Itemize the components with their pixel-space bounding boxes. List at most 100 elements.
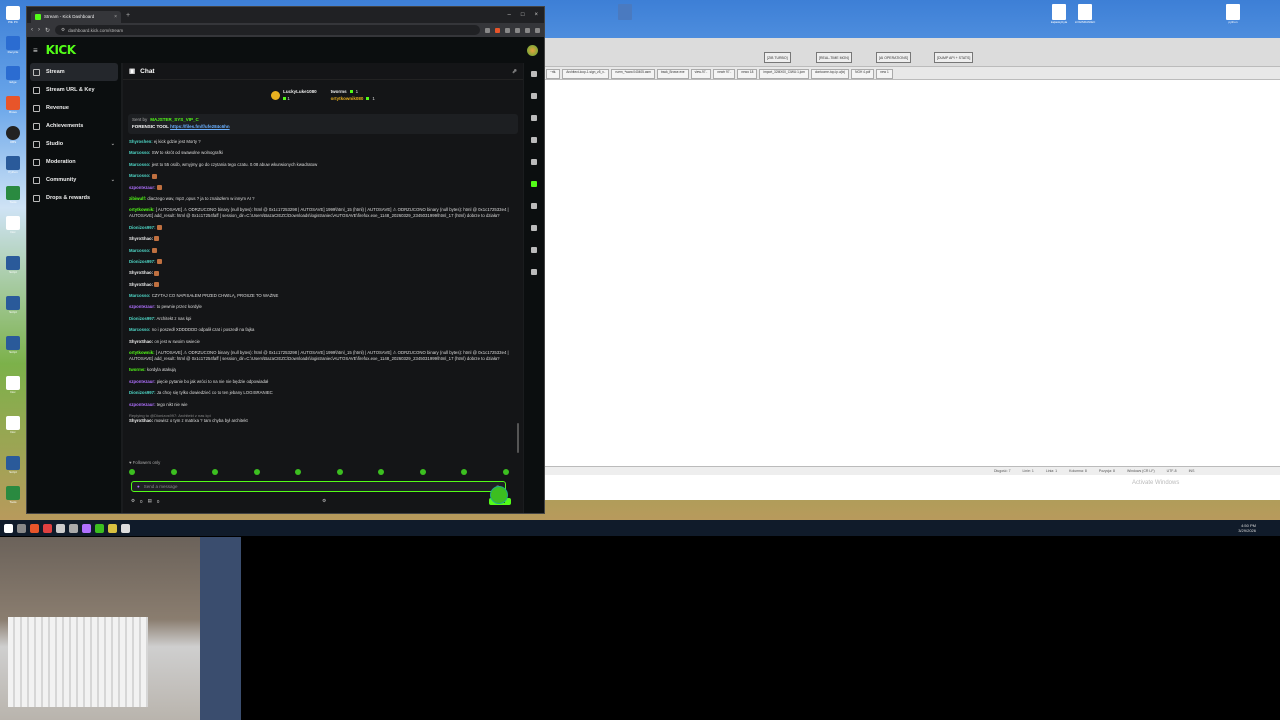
menu-icon[interactable] — [535, 27, 540, 33]
chat-username[interactable]: Dionizos997: — [129, 225, 156, 230]
chat-username[interactable]: szpontezaur: — [129, 402, 156, 407]
desktop-icon-python[interactable] — [612, 4, 638, 30]
wallet-icon[interactable] — [525, 27, 530, 33]
desktop-icon[interactable]: Plik PC — [2, 6, 24, 28]
emote-button[interactable] — [295, 469, 302, 475]
sidebar-item-stream-url-key[interactable]: Stream URL & Key — [27, 81, 121, 99]
editor-tool-button[interactable]: [REAL-TIME MON] — [816, 52, 852, 63]
chat-username[interactable]: ShyroShao: — [129, 339, 153, 344]
settings-small-icon[interactable]: ⚙ — [322, 498, 326, 504]
taskbar-app-icon[interactable] — [108, 523, 117, 533]
chat-message[interactable]: ShyroShao: on jest w swoim swiecie — [129, 339, 514, 345]
emote-button[interactable] — [461, 469, 468, 475]
support-chat-button[interactable] — [490, 486, 508, 504]
close-window-icon[interactable]: × — [534, 12, 538, 18]
chat-username[interactable]: Dionizos997: — [129, 390, 156, 395]
chat-message[interactable]: ShyroShao: — [129, 282, 514, 288]
forward-icon[interactable]: › — [38, 27, 40, 33]
puzzle-icon[interactable] — [531, 269, 537, 275]
chat-username[interactable]: szpontezaur: — [129, 379, 156, 384]
browser-tab[interactable]: Stream - Kick Dashboard × — [31, 10, 121, 23]
editor-tool-button[interactable]: [DUMP API + STATS] — [934, 52, 974, 63]
wrench-icon[interactable] — [531, 247, 537, 253]
close-tab-icon[interactable]: × — [114, 14, 117, 20]
chat-toggle-icon[interactable] — [531, 181, 537, 187]
pinned-sender[interactable]: MAJSTER_SYS_VIP_C — [150, 117, 199, 122]
pinned-link[interactable]: https://files.fm/f/ufe284c6hn — [170, 124, 230, 129]
desktop-icon[interactable]: OBS — [2, 126, 24, 148]
new-tab-button[interactable]: + — [126, 12, 130, 19]
chat-message[interactable]: Marcosso: — [129, 248, 514, 254]
chat-username[interactable]: Marcosso: — [129, 173, 151, 178]
sidebar-icon[interactable] — [515, 27, 520, 33]
emote-button[interactable] — [129, 469, 135, 475]
site-info-icon[interactable]: ⚙ — [61, 27, 65, 33]
chat-message[interactable]: szpontezaur: pięcie pytanie bo jak wróci… — [129, 379, 514, 385]
chat-username[interactable]: tworms: — [129, 367, 146, 372]
chat-scrollbar[interactable] — [517, 423, 519, 453]
chat-username[interactable]: ShyroShao: — [129, 282, 153, 287]
emote-button[interactable] — [212, 469, 219, 475]
chat-message[interactable]: ortytkownik: [ AUTOSAVE] ⚠ ODRZUCONO bin… — [129, 350, 514, 362]
chat-username[interactable]: zibiwulf: — [129, 196, 146, 201]
chat-message[interactable]: Dionizos997: — [129, 259, 514, 265]
layers-icon[interactable] — [531, 225, 537, 231]
chat-message[interactable]: Marcosso: SW to skrót od swawolne wolnog… — [129, 150, 514, 156]
chat-username[interactable]: Marcosso: — [129, 293, 151, 298]
desktop-icon[interactable]: Tools — [2, 486, 24, 508]
sidebar-item-studio[interactable]: Studio ⌄ — [27, 135, 121, 153]
taskbar-clock[interactable]: 4:50 PM 3/29/2026 — [1238, 523, 1256, 533]
chat-message[interactable]: Dionizos997: Architekt z nas kpi — [129, 316, 514, 322]
chat-username[interactable]: szpontezaur: — [129, 185, 156, 190]
emote-button[interactable] — [170, 469, 177, 475]
chat-username[interactable]: Marcosso: — [129, 150, 151, 155]
back-icon[interactable]: ‹ — [31, 27, 33, 33]
chat-message[interactable]: Marcosso: jest to 55 osób, wmyjmy go do … — [129, 162, 514, 168]
url-input[interactable]: ⚙ dashboard.kick.com/stream — [55, 25, 480, 35]
editor-tool-button[interactable]: [ZIB TURBO] — [764, 52, 791, 63]
chat-username[interactable]: ShyroShao: — [129, 418, 153, 423]
editor-tab[interactable]: track_Browe.exe — [656, 69, 689, 79]
chat-username[interactable]: Marcosso: — [129, 162, 151, 167]
desktop-icon[interactable]: Python — [2, 156, 24, 178]
desktop-icon[interactable]: Script — [2, 296, 24, 318]
desktop-icon[interactable]: Doc — [2, 216, 24, 238]
chat-message[interactable]: szpontezaur: tego nikt nie wie — [129, 402, 514, 408]
close-icon[interactable] — [531, 115, 537, 121]
link-icon[interactable] — [531, 203, 537, 209]
editor-tab[interactable]: dontcome-top-ip.u(tx) — [810, 69, 850, 79]
chat-message[interactable]: zibiwulf: diaczego wav, mp3 ,opus ? ja t… — [129, 196, 514, 202]
editor-tab[interactable]: newtr 97.. — [713, 69, 736, 79]
copy-icon[interactable] — [531, 159, 537, 165]
desktop-icon[interactable]: Tools — [2, 186, 24, 208]
editor-tab[interactable]: ~rtk. — [546, 69, 561, 79]
desktop-icon[interactable]: Script — [2, 256, 24, 278]
taskbar-app-icon[interactable] — [43, 523, 52, 533]
settings-icon[interactable]: ⚙ — [131, 498, 135, 504]
emote-button[interactable] — [253, 469, 260, 475]
chat-username[interactable]: ShyroShao: — [129, 236, 153, 241]
chat-username[interactable]: ShyroShao: — [129, 270, 153, 275]
editor-tab[interactable]: import_32MX00_CIWU:1.jom — [759, 69, 809, 79]
desktop-icon[interactable]: LOGISRANIEC — [1072, 4, 1098, 30]
editor-tool-button[interactable]: [AI OPERATIONS] — [876, 52, 911, 63]
taskbar-app-icon[interactable] — [82, 523, 91, 533]
chat-message[interactable]: tworms: kordyla atakują — [129, 367, 514, 373]
chat-username[interactable]: szpontezaur: — [129, 304, 156, 309]
sidebar-item-stream[interactable]: Stream — [30, 63, 118, 81]
gift-icon[interactable]: ▤ — [148, 498, 152, 504]
chat-message[interactable]: szpontezaur: — [129, 185, 514, 191]
chat-message[interactable]: Marcosso: CZYTAJ CO NAPISAŁEM PRZED CHWI… — [129, 293, 514, 299]
chat-message[interactable]: szpontezaur: to pewnie przez kordyle — [129, 304, 514, 310]
sidebar-item-revenue[interactable]: Revenue — [27, 99, 121, 117]
extension-icon[interactable] — [505, 27, 510, 33]
editor-tab[interactable]: NGH 4.pdf — [851, 69, 875, 79]
chat-message[interactable]: ShyroShao: — [129, 236, 514, 242]
desktop-icon[interactable]: kajtaskybyla — [1046, 4, 1072, 30]
chat-message[interactable]: ShyroShao: mowisz o tym z matrixa ? tam … — [129, 418, 514, 424]
start-icon[interactable] — [4, 523, 13, 533]
editor-tab[interactable]: new 1 — [876, 69, 893, 79]
chat-message[interactable]: Marcosso: no i poszedł XDDDDDD odpalił c… — [129, 327, 514, 333]
chat-username[interactable]: Marcosso: — [129, 327, 151, 332]
chat-username[interactable]: Marcosso: — [129, 248, 151, 253]
